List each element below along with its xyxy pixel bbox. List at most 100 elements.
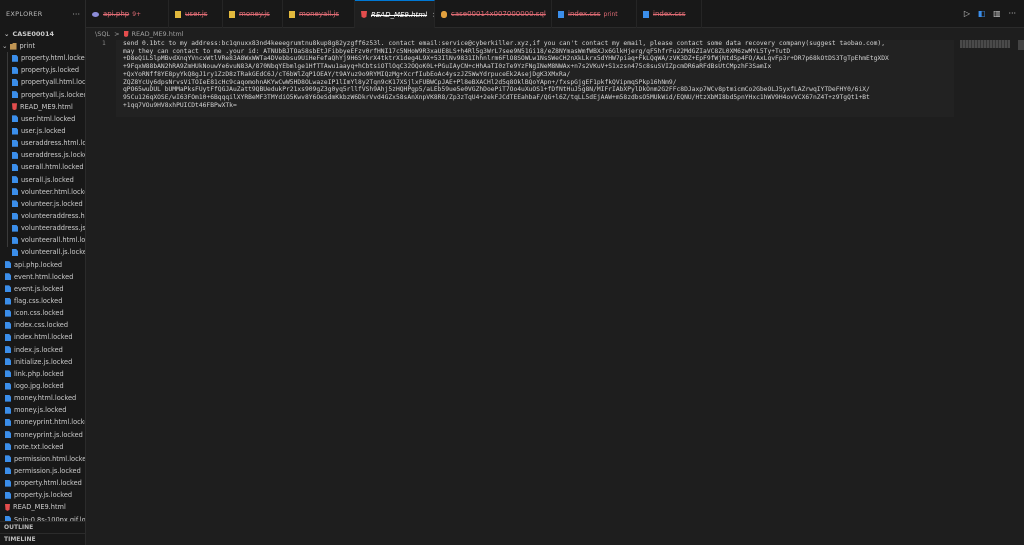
more-actions-icon[interactable]: ··· — [72, 10, 80, 19]
file-item[interactable]: permission.html.locked — [0, 453, 85, 465]
breadcrumb-folder[interactable]: \SQL — [95, 30, 110, 38]
file-item[interactable]: event.js.locked — [0, 283, 85, 295]
editor-tab[interactable]: money.js — [223, 0, 283, 28]
file-icon — [5, 370, 11, 378]
minimap[interactable] — [956, 40, 1024, 545]
tab-label: index.css — [568, 10, 601, 18]
file-label: READ_ME9.html — [20, 102, 73, 111]
file-label: userall.js.locked — [21, 175, 74, 184]
folder-item[interactable]: ⌄ print — [0, 40, 85, 52]
file-item[interactable]: propertyall.html.locked — [0, 76, 85, 88]
file-item[interactable]: volunteerall.html.locked — [0, 234, 85, 246]
outline-section[interactable]: OUTLINE — [0, 521, 85, 533]
split-preview-icon[interactable]: ◧ — [978, 9, 986, 18]
file-item[interactable]: money.html.locked — [0, 392, 85, 404]
file-item[interactable]: userall.js.locked — [0, 174, 85, 186]
file-item[interactable]: api.php.locked — [0, 259, 85, 271]
editor-tab[interactable]: case00014x007000000.sql — [435, 0, 552, 28]
editor-tabs: api.php 9+ user.js money.js moneyall.js READ_… — [86, 0, 956, 28]
code-content[interactable]: send 0.1btc to my address:bc1qnuxx83nd4k… — [123, 40, 953, 109]
file-item[interactable]: index.css.locked — [0, 319, 85, 331]
file-item[interactable]: initialize.js.locked — [0, 356, 85, 368]
file-label: event.js.locked — [14, 284, 64, 293]
php-file-icon — [92, 11, 99, 17]
editor-actions: ▷ ◧ ▥ ··· — [956, 0, 1024, 28]
file-item[interactable]: property.js.locked — [0, 489, 85, 501]
file-item[interactable]: READ_ME9.html — [0, 501, 85, 513]
file-item[interactable]: READ_ME9.html — [0, 101, 85, 113]
editor-tab[interactable]: api.php 9+ — [86, 0, 169, 28]
file-item[interactable]: link.php.locked — [0, 368, 85, 380]
file-item[interactable]: userall.html.locked — [0, 161, 85, 173]
file-label: propertyall.js.locked — [21, 90, 85, 99]
code-line: send 0.1btc to my address:bc1qnuxx83nd4k… — [123, 40, 886, 47]
workspace-root[interactable]: ⌄ CASE00014 — [0, 28, 85, 40]
file-label: event.html.locked — [14, 272, 74, 281]
file-label: print — [19, 42, 36, 51]
file-icon — [5, 491, 11, 499]
editor-tab[interactable]: index.css — [637, 0, 702, 28]
file-label: flag.css.locked — [14, 297, 63, 306]
file-item[interactable]: property.html.locked — [0, 477, 85, 489]
file-item[interactable]: user.js.locked — [0, 125, 85, 137]
file-item[interactable]: flag.css.locked — [0, 295, 85, 307]
file-item[interactable]: volunteeraddress.html.locked — [0, 210, 85, 222]
file-label: money.html.locked — [14, 394, 77, 403]
chevron-down-icon: ⌄ — [2, 42, 8, 51]
js-file-icon — [175, 10, 181, 18]
sql-file-icon — [441, 10, 447, 18]
file-icon — [5, 418, 11, 426]
file-item[interactable]: logo.jpg.locked — [0, 380, 85, 392]
js-file-icon — [229, 10, 235, 18]
editor-tab[interactable]: moneyall.js — [283, 0, 355, 28]
file-label: index.js.locked — [14, 345, 63, 354]
file-label: volunteer.html.locked — [21, 187, 85, 196]
code-line: +9FqxW88bAN2hRA9ZmHUkNouwYe6vuN83A/870Nb… — [123, 63, 772, 71]
file-label: READ_ME9.html — [13, 503, 66, 512]
file-icon — [5, 309, 11, 317]
file-label: property.html.locked — [21, 54, 85, 63]
file-label: money.js.locked — [14, 406, 67, 415]
file-item[interactable]: icon.css.locked — [0, 307, 85, 319]
file-item[interactable]: index.js.locked — [0, 344, 85, 356]
line-number: 1 — [102, 40, 106, 47]
file-icon — [12, 139, 18, 147]
split-editor-icon[interactable]: ▥ — [993, 9, 1001, 18]
breadcrumb: \SQL > READ_ME9.html — [86, 28, 184, 40]
file-item[interactable]: volunteer.js.locked — [0, 198, 85, 210]
file-item[interactable]: money.js.locked — [0, 404, 85, 416]
file-item[interactable]: index.html.locked — [0, 331, 85, 343]
file-item[interactable]: event.html.locked — [0, 271, 85, 283]
scrollbar-thumb[interactable] — [1018, 40, 1024, 50]
file-icon — [12, 200, 18, 208]
file-icon — [12, 151, 18, 159]
editor-tab[interactable]: index.css print — [552, 0, 637, 28]
file-item[interactable]: property.js.locked — [0, 64, 85, 76]
css-file-icon — [558, 10, 564, 18]
file-item[interactable]: volunteerall.js.locked — [0, 246, 85, 258]
file-item[interactable]: useraddress.html.locked — [0, 137, 85, 149]
file-item[interactable]: property.html.locked — [0, 52, 85, 64]
file-item[interactable]: useraddress.js.locked — [0, 149, 85, 161]
file-item[interactable]: permission.js.locked — [0, 465, 85, 477]
timeline-section[interactable]: TIMELINE — [0, 533, 85, 545]
file-item[interactable]: propertyall.js.locked — [0, 89, 85, 101]
editor-tab[interactable]: user.js — [169, 0, 223, 28]
file-item[interactable]: moneyprint.js.locked — [0, 429, 85, 441]
breadcrumb-file[interactable]: READ_ME9.html — [132, 30, 184, 38]
editor-tab[interactable]: READ_ME9.html× — [355, 0, 435, 28]
file-item[interactable]: moneyprint.html.locked — [0, 416, 85, 428]
more-actions-icon[interactable]: ··· — [1008, 9, 1016, 18]
file-item[interactable]: volunteeraddress.js.locked — [0, 222, 85, 234]
code-line: qPO65wuDUL bUMMaPksFUytFfQGJAuZatt9QBUed… — [123, 86, 870, 94]
file-item[interactable]: volunteer.html.locked — [0, 186, 85, 198]
outline-label: OUTLINE — [4, 524, 34, 531]
file-icon — [5, 321, 11, 329]
file-icon — [12, 224, 18, 232]
file-item[interactable]: note.txt.locked — [0, 441, 85, 453]
code-editor[interactable]: 1 send 0.1btc to my address:bc1qnuxx83nd… — [86, 40, 956, 545]
file-item[interactable]: user.html.locked — [0, 113, 85, 125]
file-icon — [5, 285, 11, 293]
file-icon — [12, 188, 18, 196]
run-icon[interactable]: ▷ — [964, 9, 970, 18]
